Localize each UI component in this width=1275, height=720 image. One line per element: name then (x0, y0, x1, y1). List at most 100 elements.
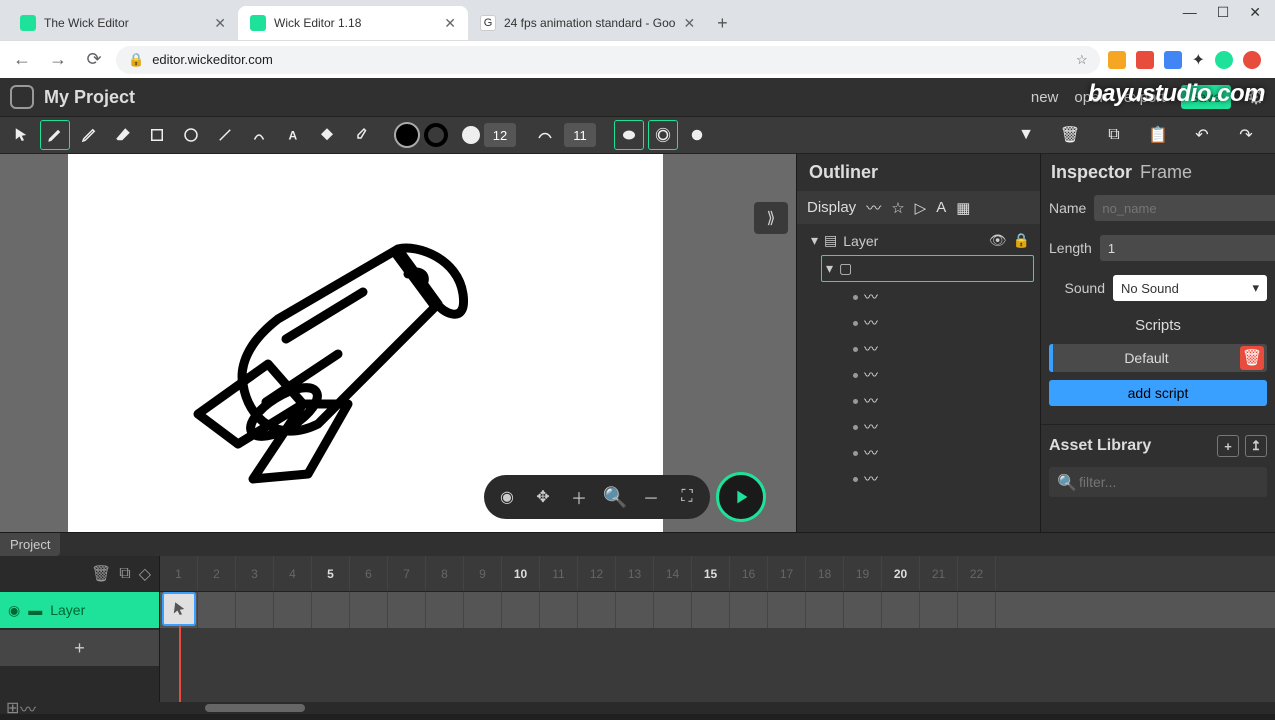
asset-filter-input[interactable] (1049, 467, 1267, 497)
zoom-out-icon[interactable]: － (638, 484, 664, 510)
timeline-layer-row[interactable]: ◉ ▬ Layer (0, 592, 159, 628)
script-item-default[interactable]: Default 🗑 (1049, 344, 1267, 372)
timeline-tick[interactable]: 17 (768, 556, 806, 591)
stroke-color[interactable] (424, 123, 448, 147)
ext-icon-5[interactable] (1243, 51, 1261, 69)
play-display-icon[interactable]: ▷ (915, 199, 927, 217)
timeline-view-icon[interactable]: 〰 (20, 696, 40, 720)
line-tool[interactable] (210, 120, 240, 150)
onion-settings[interactable] (682, 120, 712, 150)
timeline-cell[interactable] (692, 592, 730, 628)
back-button[interactable]: ← (8, 46, 36, 74)
minimize-button[interactable]: — (1183, 4, 1197, 21)
shape-display-icon[interactable]: ☆ (891, 199, 904, 217)
close-tab-icon[interactable]: ✕ (444, 15, 456, 32)
collapse-panel-button[interactable]: ⟫ (754, 202, 788, 234)
timeline-tick[interactable]: 10 (502, 556, 540, 591)
timeline-cell[interactable] (274, 592, 312, 628)
puzzle-icon[interactable]: ✦ (1192, 50, 1205, 70)
ellipse-tool[interactable] (176, 120, 206, 150)
timeline-cell[interactable] (198, 592, 236, 628)
timeline-tick[interactable]: 14 (654, 556, 692, 591)
timeline-tick[interactable]: 20 (882, 556, 920, 591)
timeline-track-area[interactable]: 12345678910111213141516171819202122 (160, 556, 1275, 702)
reload-button[interactable]: ⟳ (80, 46, 108, 74)
undo-icon[interactable]: ↶ (1187, 120, 1217, 150)
timeline-cell[interactable] (578, 592, 616, 628)
redo-icon[interactable]: ↷ (1231, 120, 1261, 150)
timeline-cell[interactable] (350, 592, 388, 628)
add-asset-button[interactable]: + (1217, 435, 1239, 457)
rectangle-tool[interactable] (142, 120, 172, 150)
fullscreen-icon[interactable]: ⛶ (674, 484, 700, 510)
timeline-cell[interactable] (882, 592, 920, 628)
pan-icon[interactable]: ✥ (530, 484, 556, 510)
ext-icon-2[interactable] (1136, 51, 1154, 69)
url-field[interactable]: 🔒 editor.wickeditor.com ☆ (116, 46, 1100, 74)
chevron-down-icon[interactable]: ▾ (811, 232, 818, 249)
outliner-path-row[interactable]: 〰 (803, 440, 1034, 466)
image-display-icon[interactable]: ▦ (956, 199, 970, 217)
timeline-tick[interactable]: 3 (236, 556, 274, 591)
timeline-cell[interactable] (616, 592, 654, 628)
pencil-tool[interactable] (74, 120, 104, 150)
eye-icon[interactable]: 👁 (989, 232, 1007, 249)
outliner-path-row[interactable]: 〰 (803, 284, 1034, 310)
timeline-tick[interactable]: 13 (616, 556, 654, 591)
copy-icon[interactable]: ⧉ (1099, 120, 1129, 150)
timeline-cell[interactable] (958, 592, 996, 628)
text-display-icon[interactable]: A (936, 199, 946, 216)
timeline-cell[interactable] (236, 592, 274, 628)
chevron-down-icon[interactable]: ▾ (826, 260, 833, 277)
dropdown-icon[interactable]: ▼ (1011, 120, 1041, 150)
timeline-tick[interactable]: 6 (350, 556, 388, 591)
outliner-path-row[interactable]: 〰 (803, 414, 1034, 440)
outliner-path-row[interactable]: 〰 (803, 362, 1034, 388)
new-tab-button[interactable]: + (707, 7, 738, 40)
smooth-input[interactable]: 11 (564, 123, 596, 147)
length-input[interactable] (1100, 235, 1275, 261)
timeline-frame[interactable] (162, 592, 196, 626)
tween-icon[interactable]: ◇ (139, 564, 151, 584)
name-input[interactable] (1094, 195, 1275, 221)
timeline-cell[interactable] (844, 592, 882, 628)
timeline-tick[interactable]: 8 (426, 556, 464, 591)
upload-asset-button[interactable]: ↥ (1245, 435, 1267, 457)
timeline-tick[interactable]: 5 (312, 556, 350, 591)
outliner-layer-row[interactable]: ▾ ▤ Layer 👁 🔒 (803, 228, 1034, 253)
timeline-cell[interactable] (388, 592, 426, 628)
timeline-cell[interactable] (806, 592, 844, 628)
eraser-tool[interactable] (108, 120, 138, 150)
timeline-cell[interactable] (920, 592, 958, 628)
ext-icon-1[interactable] (1108, 51, 1126, 69)
forward-button[interactable]: → (44, 46, 72, 74)
timeline-scrollbar[interactable]: ⊞ 〰 (0, 702, 1275, 714)
close-tab-icon[interactable]: ✕ (214, 15, 226, 32)
scrollbar-thumb[interactable] (205, 704, 305, 712)
cursor-tool[interactable] (6, 120, 36, 150)
lock-icon[interactable]: 🔒 (1013, 232, 1030, 249)
onion-skin-toggle[interactable] (614, 120, 644, 150)
zoom-in-icon[interactable]: ＋ (566, 484, 592, 510)
timeline-tick[interactable]: 2 (198, 556, 236, 591)
timeline-tick[interactable]: 18 (806, 556, 844, 591)
timeline-cell[interactable] (464, 592, 502, 628)
timeline-tick[interactable]: 1 (160, 556, 198, 591)
eyedropper-tool[interactable] (346, 120, 376, 150)
timeline-tick[interactable]: 4 (274, 556, 312, 591)
maximize-button[interactable]: ☐ (1217, 4, 1230, 21)
timeline-cell[interactable] (768, 592, 806, 628)
new-button[interactable]: new (1031, 89, 1059, 106)
timeline-tick[interactable]: 9 (464, 556, 502, 591)
timeline-cell[interactable] (730, 592, 768, 628)
browser-tab-0[interactable]: The Wick Editor ✕ (8, 6, 238, 40)
fill-color[interactable] (394, 122, 420, 148)
duplicate-layer-icon[interactable]: ⧉ (119, 565, 130, 583)
delete-script-button[interactable]: 🗑 (1240, 346, 1264, 370)
outliner-frame-row[interactable]: ▾ ▢ (821, 255, 1034, 282)
timeline-tick[interactable]: 11 (540, 556, 578, 591)
eye-icon[interactable]: ◉ (8, 602, 20, 619)
timeline-tick[interactable]: 7 (388, 556, 426, 591)
path-display-icon[interactable]: 〰 (866, 197, 881, 218)
star-icon[interactable]: ☆ (1076, 52, 1088, 68)
